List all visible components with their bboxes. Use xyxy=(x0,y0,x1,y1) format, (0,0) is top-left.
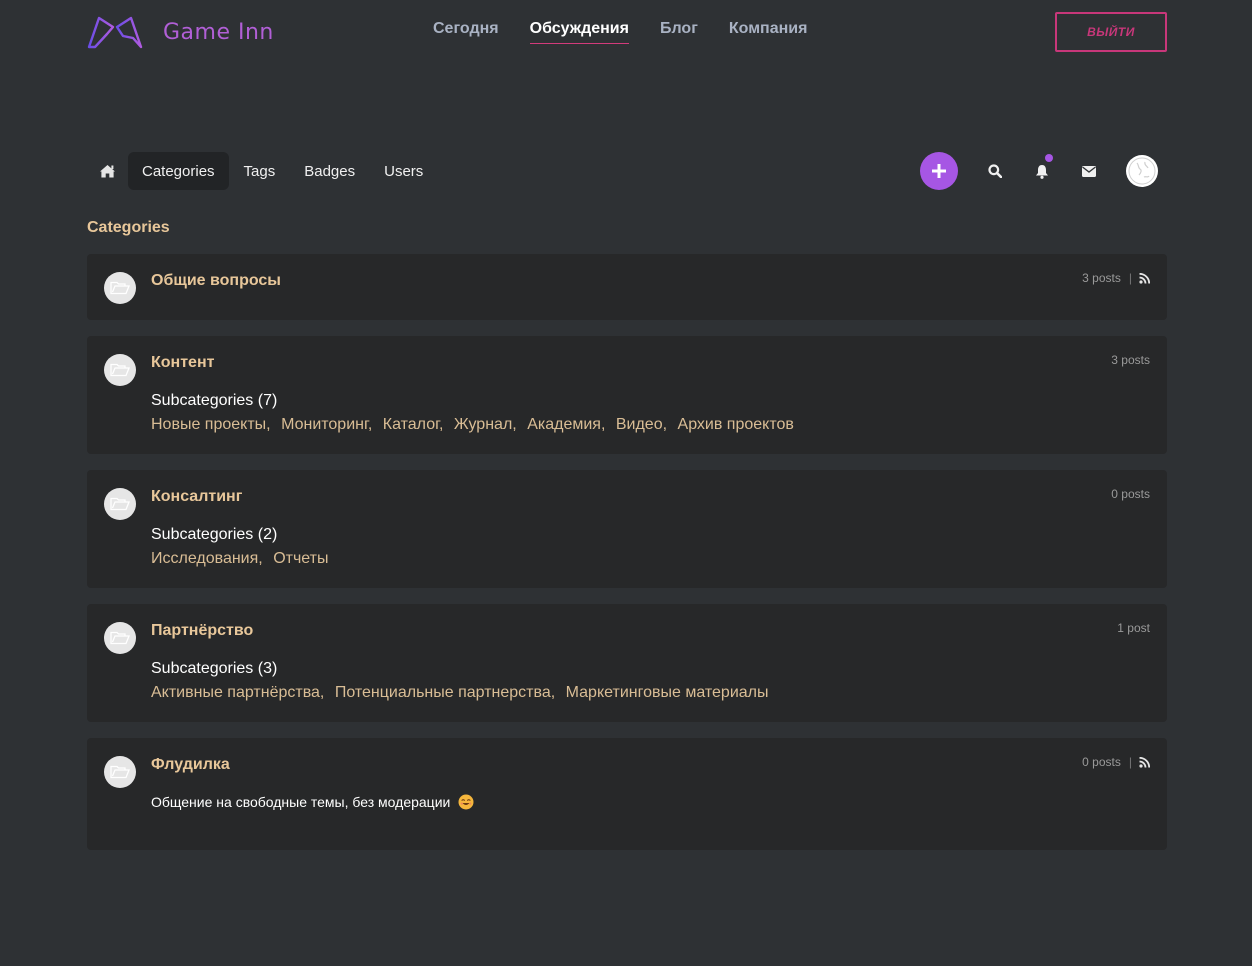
category-meta: 3 posts | xyxy=(1082,271,1150,285)
category-post-count: 0 posts xyxy=(1082,755,1121,769)
rss-icon[interactable] xyxy=(1139,272,1150,284)
notifications-button[interactable] xyxy=(1023,152,1061,190)
home-button[interactable] xyxy=(87,151,128,191)
subcategory-link[interactable]: Мониторинг xyxy=(281,416,368,433)
subcategory-link[interactable]: Маркетинговые материалы xyxy=(566,684,769,701)
logo-text: Game Inn xyxy=(163,19,274,45)
forum-nav: Categories Tags Badges Users xyxy=(87,151,1167,191)
site-header: Game Inn Сегодня Обсуждения Блог Компани… xyxy=(0,0,1252,64)
subcategory-links: Исследования, Отчеты xyxy=(151,550,329,567)
main-nav-company[interactable]: Компания xyxy=(729,20,808,44)
subcategory-links: Новые проекты, Мониторинг, Каталог, Журн… xyxy=(151,416,794,433)
site-logo[interactable]: Game Inn xyxy=(87,14,274,50)
home-icon xyxy=(100,165,115,178)
category-meta: 0 posts xyxy=(1111,487,1150,501)
subcategories-label: Subcategories (7) xyxy=(151,392,278,409)
meta-separator: | xyxy=(1128,755,1132,769)
notification-dot xyxy=(1045,154,1053,162)
main-nav-today[interactable]: Сегодня xyxy=(433,20,499,44)
category-folder-icon xyxy=(104,488,136,520)
category-meta: 0 posts | xyxy=(1082,755,1150,769)
subcategory-link[interactable]: Исследования xyxy=(151,550,258,567)
category-description: Общение на свободные темы, без модерации xyxy=(151,794,1150,810)
category-card: Флудилка Общение на свободные темы, без … xyxy=(87,738,1167,850)
tab-categories[interactable]: Categories xyxy=(128,152,229,190)
category-card: Общие вопросы 3 posts | xyxy=(87,254,1167,320)
category-title[interactable]: Флудилка xyxy=(151,756,230,774)
subcategories-label: Subcategories (3) xyxy=(151,660,278,677)
category-folder-icon xyxy=(104,622,136,654)
search-button[interactable] xyxy=(976,152,1014,190)
category-meta: 3 posts xyxy=(1111,353,1150,367)
subcategory-link[interactable]: Видео xyxy=(616,416,663,433)
avatar[interactable] xyxy=(1126,155,1158,187)
subcategory-link[interactable]: Активные партнёрства xyxy=(151,684,320,701)
subcategory-link[interactable]: Новые проекты xyxy=(151,416,266,433)
subcategory-links: Активные партнёрства, Потенциальные парт… xyxy=(151,684,769,701)
subcategory-link[interactable]: Архив проектов xyxy=(678,416,794,433)
category-folder-icon xyxy=(104,354,136,386)
category-post-count: 1 post xyxy=(1117,621,1150,635)
bell-icon xyxy=(1036,164,1048,179)
subcategory-link[interactable]: Потенциальные партнерства xyxy=(335,684,551,701)
category-post-count: 3 posts xyxy=(1082,271,1121,285)
envelope-icon xyxy=(1082,165,1096,177)
subcategory-link[interactable]: Отчеты xyxy=(273,550,328,567)
subcategory-link[interactable]: Академия xyxy=(527,416,601,433)
category-post-count: 0 posts xyxy=(1111,487,1150,501)
tab-users[interactable]: Users xyxy=(370,152,437,190)
subcategory-link[interactable]: Журнал xyxy=(454,416,512,433)
category-title[interactable]: Консалтинг xyxy=(151,488,242,506)
globe-icon xyxy=(1128,157,1156,185)
search-icon xyxy=(988,164,1002,178)
main-nav: Сегодня Обсуждения Блог Компания xyxy=(433,20,807,44)
category-folder-icon xyxy=(104,272,136,304)
category-card: Контент Subcategories (7) Новые проекты,… xyxy=(87,336,1167,454)
meta-separator: | xyxy=(1128,271,1132,285)
main-nav-blog[interactable]: Блог xyxy=(660,20,698,44)
category-list: Общие вопросы 3 posts | Контент Subcateg… xyxy=(87,254,1167,866)
tab-tags[interactable]: Tags xyxy=(230,152,290,190)
category-meta: 1 post xyxy=(1117,621,1150,635)
logo-icon xyxy=(87,16,143,49)
category-card: Консалтинг Subcategories (2) Исследовани… xyxy=(87,470,1167,588)
new-topic-button[interactable] xyxy=(920,152,958,190)
category-card: Партнёрство Subcategories (3) Активные п… xyxy=(87,604,1167,722)
messages-button[interactable] xyxy=(1070,152,1108,190)
subcategories-label: Subcategories (2) xyxy=(151,526,278,543)
category-description-text: Общение на свободные темы, без модерации xyxy=(151,794,451,810)
category-title[interactable]: Общие вопросы xyxy=(151,272,281,290)
rss-icon[interactable] xyxy=(1139,756,1150,768)
subcategory-link[interactable]: Каталог xyxy=(383,416,439,433)
category-post-count: 3 posts xyxy=(1111,353,1150,367)
category-title[interactable]: Контент xyxy=(151,354,214,372)
main-nav-discussions[interactable]: Обсуждения xyxy=(529,20,629,44)
category-title[interactable]: Партнёрство xyxy=(151,622,253,640)
tab-badges[interactable]: Badges xyxy=(290,152,369,190)
plus-icon xyxy=(932,164,946,178)
page-title: Categories xyxy=(87,219,170,236)
logout-button[interactable]: ВЫЙТИ xyxy=(1055,12,1167,52)
category-folder-icon xyxy=(104,756,136,788)
smiling-face-emoji-icon xyxy=(458,794,474,810)
